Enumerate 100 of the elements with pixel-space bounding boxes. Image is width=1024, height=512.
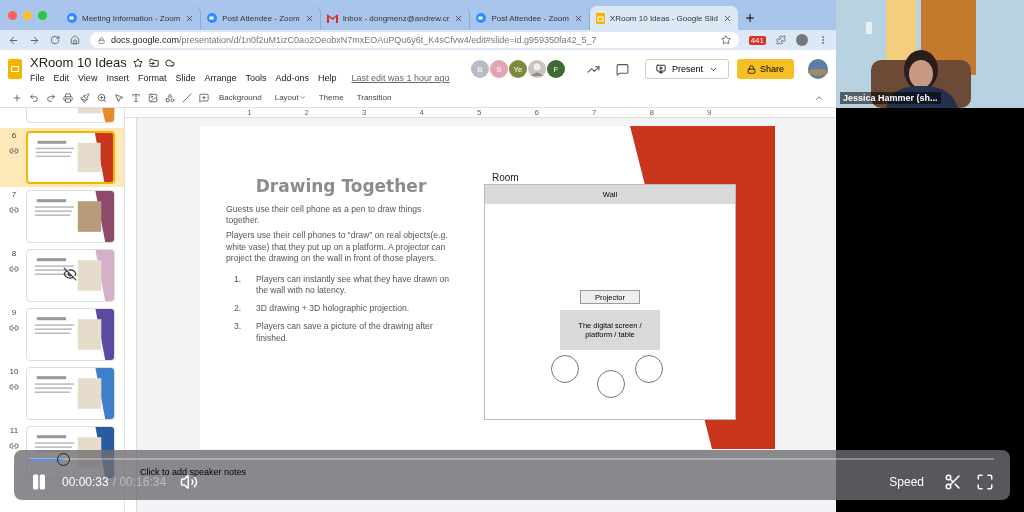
browser-tab[interactable]: XRoom 10 Ideas - Google Slid <box>589 6 738 30</box>
player-circle[interactable] <box>597 370 625 398</box>
slide-thumbnail[interactable] <box>26 190 115 243</box>
present-button[interactable]: Present <box>644 59 729 79</box>
tab-title: Inbox - dongmenz@andrew.cr <box>342 13 450 23</box>
menu-item[interactable]: File <box>30 73 45 83</box>
slide-number: 9 <box>11 308 17 317</box>
ruler-number: 7 <box>592 108 598 117</box>
line-icon[interactable] <box>182 92 192 103</box>
player-circle[interactable] <box>635 355 663 383</box>
lock-icon <box>98 36 105 44</box>
lock-icon <box>746 64 756 74</box>
extensions-icon[interactable] <box>776 35 786 45</box>
user-avatar[interactable]: Ye <box>508 60 527 78</box>
list-item-text[interactable]: Players can instantly see what they have drawn on the wall with no latency. <box>256 273 456 297</box>
menu-item[interactable]: Edit <box>53 73 70 83</box>
zoom-icon <box>67 13 77 23</box>
new-tab-icon[interactable] <box>743 12 756 24</box>
toolbar-button[interactable]: Transition <box>353 93 395 102</box>
mail-badge[interactable]: 441 <box>748 35 766 45</box>
star-icon[interactable] <box>720 35 731 45</box>
comment-icon[interactable] <box>615 62 629 76</box>
reload-icon[interactable] <box>50 35 60 45</box>
new-slide-icon[interactable] <box>12 92 22 103</box>
forward-icon[interactable] <box>29 34 40 46</box>
slide-paragraph[interactable]: Players use their cell phones to “draw” on real objects(e.g. white vase) that they put up on a platform. A projector can project the drawing on the wall in front of those players. <box>226 230 456 264</box>
fullscreen-button[interactable] <box>976 473 994 491</box>
menu-item[interactable]: Insert <box>106 73 129 83</box>
toolbar-button[interactable]: Theme <box>315 93 347 102</box>
player-circle[interactable] <box>551 355 579 383</box>
star-icon[interactable] <box>132 57 143 68</box>
slide-thumbnail[interactable] <box>26 249 115 302</box>
menu-item[interactable]: Help <box>318 73 337 83</box>
room-label[interactable]: Room <box>484 172 736 183</box>
folder-icon[interactable] <box>148 57 159 68</box>
share-button[interactable]: Share <box>736 59 794 79</box>
zoom-icon[interactable] <box>97 92 107 103</box>
monitor-play-icon <box>655 64 666 74</box>
toolbar-button[interactable]: Background <box>216 93 265 102</box>
ruler-number: 9 <box>707 108 713 117</box>
select-icon[interactable] <box>114 92 124 103</box>
speed-button[interactable]: Speed <box>883 474 930 490</box>
pause-button[interactable] <box>30 473 48 491</box>
slide-paragraph[interactable]: Guests use their cell phone as a pen to draw things together. <box>226 204 456 227</box>
shapes-icon[interactable] <box>165 92 175 103</box>
progress-fill[interactable] <box>30 458 63 461</box>
slide-number: 10 <box>9 367 19 376</box>
slide-number: 7 <box>11 190 17 199</box>
slide-number: 6 <box>11 131 17 140</box>
profile-avatar[interactable] <box>796 34 808 46</box>
list-number: 3. <box>234 321 240 334</box>
slide-thumbnail[interactable] <box>26 367 115 420</box>
paint-format-icon[interactable] <box>80 92 90 103</box>
close-icon[interactable] <box>185 13 195 23</box>
link-icon <box>9 264 19 274</box>
user-avatar[interactable] <box>527 60 546 78</box>
ruler-number: 8 <box>649 108 655 117</box>
slide-thumbnail[interactable] <box>26 308 115 361</box>
link-icon <box>9 146 19 156</box>
back-icon[interactable] <box>8 34 19 46</box>
menu-item[interactable]: Add-ons <box>275 73 309 83</box>
url-text: docs.google.com/presentation/d/1n0f2uM1izC0ao2OeobxN7mxEOAuPQu6y6t_K4sCfvw4/edit#slide=id.g959350fa42_5_7 <box>111 35 598 45</box>
clip-button[interactable] <box>944 473 962 491</box>
document-title[interactable]: XRoom 10 Ideas <box>30 55 127 70</box>
menu-item[interactable]: Arrange <box>204 73 237 83</box>
list-item-text[interactable]: Players can save a picture of the drawing after finished. <box>256 321 456 344</box>
link-icon <box>9 323 19 333</box>
redo-icon[interactable] <box>46 92 56 103</box>
last-edit-link[interactable]: Last edit was 1 hour ago <box>351 73 450 83</box>
mail-icon <box>326 13 338 23</box>
slide-thumbnail[interactable] <box>26 131 115 184</box>
close-icon[interactable] <box>304 13 314 23</box>
print-icon[interactable] <box>63 92 73 103</box>
ruler-number: 2 <box>304 108 310 117</box>
link-icon <box>9 205 19 215</box>
menu-item[interactable]: Slide <box>175 73 196 83</box>
account-avatar[interactable] <box>808 59 828 79</box>
add-comment-icon[interactable] <box>199 92 209 103</box>
tab-title: Post Attendee - Zoom <box>222 13 300 23</box>
text-box-icon[interactable] <box>131 92 141 103</box>
list-item-text[interactable]: 3D drawing + 3D holographic projection. <box>256 303 410 315</box>
home-icon[interactable] <box>70 35 80 45</box>
ruler-number: 5 <box>477 108 483 117</box>
user-avatar[interactable]: F <box>546 60 565 78</box>
undo-icon[interactable] <box>29 92 39 103</box>
close-icon[interactable] <box>454 13 464 23</box>
address-field[interactable]: docs.google.com/presentation/d/1n0f2uM1izC0ao2OeobxN7mxEOAuPQu6y6t_K4sCfvw4/edit#slide=id.g959350fa42_5_7 <box>90 32 739 48</box>
link-icon <box>9 382 19 392</box>
close-dot[interactable] <box>8 10 17 20</box>
maximize-dot[interactable] <box>38 10 47 20</box>
close-icon[interactable] <box>573 13 583 23</box>
speaker-notes-field[interactable]: Click to add speaker notes <box>140 467 247 477</box>
menu-item[interactable]: View <box>78 73 98 83</box>
menu-item[interactable]: Tools <box>245 73 267 83</box>
menu-item[interactable]: Format <box>137 73 167 83</box>
close-icon[interactable] <box>722 13 732 23</box>
list-number: 1. <box>234 273 240 286</box>
image-icon[interactable] <box>148 92 158 103</box>
toolbar-button[interactable]: Layout <box>271 93 309 102</box>
minimize-dot[interactable] <box>23 10 32 20</box>
